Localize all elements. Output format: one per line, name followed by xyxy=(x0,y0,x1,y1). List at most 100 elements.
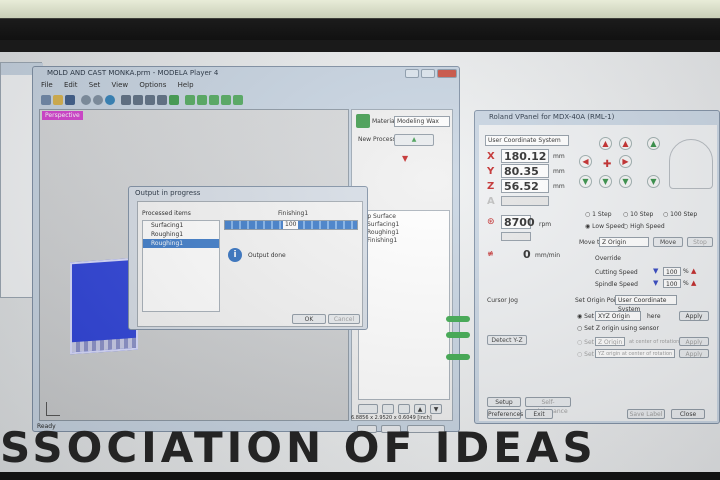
save-label-button[interactable]: Save Label xyxy=(627,409,665,419)
new-process-button[interactable]: ▲ xyxy=(394,134,434,146)
spindle-speed-label: Spindle Speed xyxy=(595,281,638,288)
spindle-value: 8700 xyxy=(501,215,535,229)
stop-button[interactable]: Stop xyxy=(687,237,713,247)
view-front-icon[interactable] xyxy=(197,95,207,105)
save-icon[interactable] xyxy=(65,95,75,105)
set-yz-radio[interactable]: ○ Set xyxy=(577,351,594,358)
x-minus-arrow-icon[interactable]: ◀ xyxy=(579,155,592,168)
list-item[interactable]: Surfacing1 xyxy=(143,221,219,230)
z-sensor-radio[interactable]: ○ Set Z origin using sensor xyxy=(577,325,659,332)
apply-button[interactable]: Apply xyxy=(679,311,709,321)
preferences-button[interactable]: Preferences xyxy=(487,409,523,419)
sphere-icon[interactable] xyxy=(105,95,115,105)
material-value: Modeling Wax xyxy=(397,118,439,125)
list-item[interactable]: Roughing1 xyxy=(143,230,219,239)
jog-arrow-icon[interactable]: ▲ xyxy=(619,137,632,150)
menu-file[interactable]: File xyxy=(41,81,53,89)
move-to-select[interactable]: Z Origin xyxy=(599,237,649,247)
zoom-area-icon[interactable] xyxy=(157,95,167,105)
low-speed-radio[interactable]: ◉ Low Speed xyxy=(585,223,625,230)
set-origin-select[interactable]: User Coordinate System xyxy=(615,295,677,313)
detect-yz-button[interactable]: Detect Y-Z xyxy=(487,335,527,345)
rotary-dial-icon[interactable] xyxy=(669,139,713,189)
step-100-radio[interactable]: ○ 100 Step xyxy=(663,211,697,218)
minimize-button[interactable] xyxy=(405,69,419,78)
menu-edit[interactable]: Edit xyxy=(64,81,78,89)
set-z-center-radio[interactable]: ○ Set xyxy=(577,339,594,346)
set-xyz-radio[interactable]: ◉ Set xyxy=(577,313,594,320)
x-unit: mm xyxy=(553,153,565,160)
coord-system-select[interactable]: User Coordinate System xyxy=(485,135,569,146)
set-z-label: Set xyxy=(584,339,595,346)
z-down-arrow-icon[interactable]: ▼ xyxy=(647,175,660,188)
tree-item[interactable]: Top Surface xyxy=(361,213,447,221)
xyz-origin-select[interactable]: XYZ Origin xyxy=(595,311,641,321)
up-button[interactable]: ▲ xyxy=(414,404,426,414)
cutting-speed-value: 100 xyxy=(663,267,681,276)
zoom-icon[interactable] xyxy=(145,95,155,105)
output-message: Output done xyxy=(248,252,286,259)
new-process-icon: ▲ xyxy=(411,136,417,143)
apply-z-button[interactable]: Apply xyxy=(679,337,709,346)
maximize-button[interactable] xyxy=(421,69,435,78)
close-vpanel-button[interactable]: Close xyxy=(671,409,705,419)
spindle-speed-down-icon[interactable]: ▼ xyxy=(653,279,658,287)
y-minus-arrow-icon[interactable]: ▼ xyxy=(599,175,612,188)
target-icon[interactable] xyxy=(81,95,91,105)
material-select[interactable]: Modeling Wax xyxy=(394,116,450,127)
step-10-radio[interactable]: ○ 10 Step xyxy=(623,211,653,218)
spindle-icon: ⊛ xyxy=(487,217,495,227)
crosshair-icon[interactable] xyxy=(93,95,103,105)
cancel-button[interactable]: Cancel xyxy=(328,314,360,324)
exit-button[interactable]: Exit xyxy=(525,409,553,419)
jog-arrow-icon[interactable]: ▼ xyxy=(619,175,632,188)
z-origin-small-select[interactable]: Z Origin xyxy=(595,337,625,346)
view-top-icon[interactable] xyxy=(185,95,195,105)
yz-origin-select[interactable]: YZ origin at center of rotation xyxy=(595,349,675,358)
z-sensor-label: Set Z origin using sensor xyxy=(584,325,659,332)
a-value xyxy=(501,196,549,206)
x-plus-arrow-icon[interactable]: ▶ xyxy=(619,155,632,168)
process-tool-button[interactable] xyxy=(382,404,394,414)
close-button[interactable] xyxy=(437,69,457,78)
model-texture xyxy=(72,337,136,353)
move-button[interactable]: Move xyxy=(653,237,683,247)
rotate-icon[interactable] xyxy=(133,95,143,105)
process-tool-button[interactable] xyxy=(398,404,410,414)
menu-options[interactable]: Options xyxy=(139,81,166,89)
cutting-speed-up-icon[interactable]: ▲ xyxy=(691,267,696,275)
apply-yz-button[interactable]: Apply xyxy=(679,349,709,358)
tree-item[interactable]: Surfacing1 xyxy=(361,221,447,229)
y-plus-arrow-icon[interactable]: ▲ xyxy=(599,137,612,150)
cutting-speed-down-icon[interactable]: ▼ xyxy=(653,267,658,275)
spindle-speed-value: 100 xyxy=(663,279,681,288)
high-speed-radio[interactable]: ○ High Speed xyxy=(623,223,665,230)
new-file-icon[interactable] xyxy=(41,95,51,105)
z-axis-label: Z xyxy=(487,181,495,192)
z-down-arrow-icon[interactable]: ▼ xyxy=(579,175,592,188)
z-up-arrow-icon[interactable]: ▲ xyxy=(647,137,660,150)
menu-set[interactable]: Set xyxy=(89,81,101,89)
view-iso-icon[interactable] xyxy=(221,95,231,105)
background-room xyxy=(0,0,720,40)
menu-view[interactable]: View xyxy=(111,81,128,89)
setup-button[interactable]: Setup xyxy=(487,397,521,407)
fit-icon[interactable] xyxy=(169,95,179,105)
self-maintenance-button[interactable]: Self-maintenance xyxy=(525,397,571,415)
ok-button[interactable]: OK xyxy=(292,314,326,324)
list-item-selected[interactable]: Roughing1 xyxy=(143,239,219,248)
view-side-icon[interactable] xyxy=(209,95,219,105)
tree-item[interactable]: Finishing1 xyxy=(361,237,447,245)
process-tool-button[interactable] xyxy=(358,404,378,414)
spindle-unit: rpm xyxy=(539,221,552,228)
tree-item[interactable]: Roughing1 xyxy=(361,229,447,237)
move-icon[interactable] xyxy=(121,95,131,105)
menu-help[interactable]: Help xyxy=(178,81,194,89)
view-bottom-icon[interactable] xyxy=(233,95,243,105)
green-decoration xyxy=(446,354,470,360)
spindle-speed-up-icon[interactable]: ▲ xyxy=(691,279,696,287)
down-button[interactable]: ▼ xyxy=(430,404,442,414)
feed-icon: ≢ xyxy=(487,249,494,258)
step-1-radio[interactable]: ○ 1 Step xyxy=(585,211,612,218)
open-folder-icon[interactable] xyxy=(53,95,63,105)
